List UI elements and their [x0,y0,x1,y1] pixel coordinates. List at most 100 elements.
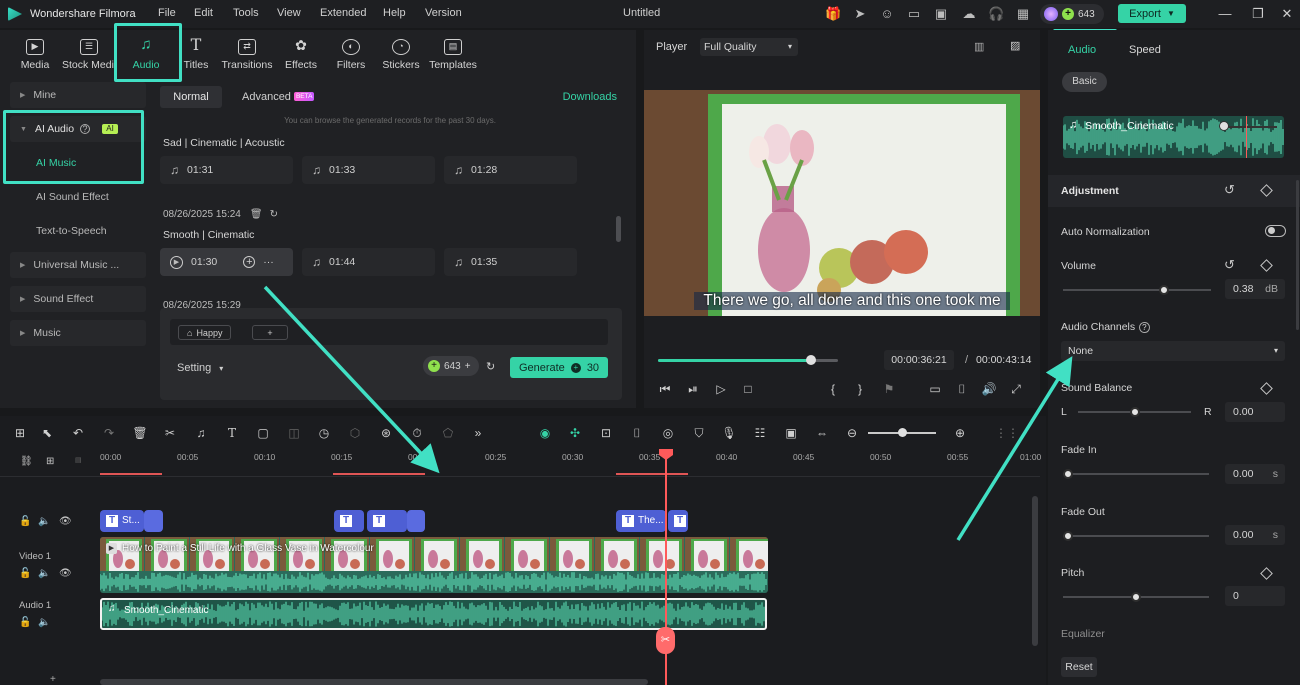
fade-in-slider[interactable] [1063,469,1209,479]
ai-tool-icon[interactable]: ⊛ [377,424,395,442]
keyframe-icon[interactable] [1260,567,1273,580]
setting-dropdown[interactable]: Setting ▾ [177,362,223,374]
reset-button[interactable]: Reset [1061,657,1097,677]
music-track[interactable]: ♫ 01:33 [302,156,435,184]
lock-icon[interactable]: 🔓 [19,516,31,527]
sidebar-item-mine[interactable]: ▶ Mine [10,82,146,108]
pitch-value-field[interactable]: 0 [1225,586,1285,606]
send-icon[interactable]: ➤ [852,6,868,22]
grid-icon[interactable]: ▦ [1015,6,1031,22]
keyframe-icon[interactable] [1260,382,1273,395]
video-clip[interactable]: ▶ How to Paint a Still Life with a Glass… [100,537,768,593]
scrollbar-thumb[interactable] [616,216,621,242]
motion-icon[interactable]: ◎ [659,424,677,442]
audio-list-icon[interactable]: ☷ [751,424,769,442]
music-track[interactable]: ♫ 01:44 [302,248,435,276]
compare-view-icon[interactable]: ▥ [974,40,984,53]
tab-advanced[interactable]: Advanced BETA [242,86,315,108]
sidebar-item-ai-sound-effect[interactable]: AI Sound Effect [10,184,146,210]
snap-icon[interactable]: ✣ [566,424,584,442]
playback-handle[interactable] [806,355,816,365]
mute-icon[interactable]: 🔈 [38,617,50,628]
undo-icon[interactable]: ↶ [69,424,87,442]
sound-balance-slider[interactable] [1078,407,1191,417]
shield-icon[interactable]: ⛉ [690,424,708,442]
title-clip[interactable]: T [668,510,688,532]
lock-icon[interactable]: 🔓 [19,568,31,579]
zoom-slider[interactable] [868,428,936,437]
sound-balance-handle[interactable] [1129,407,1140,417]
mark-out-icon[interactable]: } [851,380,869,398]
tab-transitions[interactable]: ⇄ Transitions [218,30,276,80]
add-icon[interactable]: + [243,256,256,268]
render-icon[interactable]: ◉ [536,424,554,442]
microphone-icon[interactable]: 🎙 [720,424,738,442]
fade-in-handle[interactable] [1063,469,1073,479]
sidebar-item-sound-effect[interactable]: ▶ Sound Effect [10,286,146,312]
title-clip[interactable] [407,510,425,532]
grip-icon[interactable]: ⋮⋮ [995,424,1019,442]
close-icon[interactable]: ✕ [1279,6,1295,22]
tab-basic[interactable]: Basic [1062,72,1107,92]
generate-button[interactable]: Generate +30 [510,357,608,378]
music-track[interactable]: ♫ 01:28 [444,156,577,184]
prompt-field[interactable]: ⌂ Happy + [170,319,608,345]
mute-icon[interactable]: 🔈 [38,516,50,527]
refresh-icon[interactable]: ↻ [486,360,495,373]
tab-normal[interactable]: Normal [160,86,222,108]
menu-edit[interactable]: Edit [194,7,213,19]
tab-stock-media[interactable]: ☰ Stock Media [60,30,118,80]
mute-icon[interactable]: 🔈 [38,568,50,579]
title-clip[interactable]: T The... [616,510,666,532]
restore-icon[interactable]: ❐ [1250,6,1266,22]
reset-icon[interactable]: ↺ [1224,257,1235,273]
tab-audio[interactable]: Audio [1068,44,1096,56]
menu-tools[interactable]: Tools [233,7,259,19]
refresh-icon[interactable]: ↻ [270,209,278,220]
add-chip-button[interactable]: + [252,325,288,340]
play-icon[interactable]: ▷ [712,380,730,398]
fit-icon[interactable]: ▤ [75,456,82,464]
downloads-link[interactable]: Downloads [563,91,617,103]
volume-value-field[interactable]: 0.38 dB [1225,279,1285,299]
music-track[interactable]: ♫ 01:31 [160,156,293,184]
timeline-vertical-scrollbar[interactable] [1032,496,1038,646]
menu-extended[interactable]: Extended [320,7,366,19]
menu-file[interactable]: File [158,7,176,19]
sidebar-item-text-to-speech[interactable]: Text-to-Speech [10,218,146,244]
previous-frame-icon[interactable]: ⏮ [656,380,674,398]
menu-help[interactable]: Help [383,7,406,19]
music-track-selected[interactable]: ▶ 01:30 + ··· [160,248,293,276]
playback-progress[interactable] [658,355,838,365]
trash-icon[interactable]: 🗑 [250,209,263,220]
zoom-in-icon[interactable]: ⊕ [951,424,969,442]
fade-out-slider[interactable] [1063,531,1209,541]
clip-volume-handle[interactable] [1219,121,1229,131]
more-icon[interactable]: ··· [263,256,274,268]
tab-filters[interactable]: ◐ Filters [326,30,376,80]
color-icon[interactable]: ⬡ [346,424,364,442]
mark-in-icon[interactable]: { [824,380,842,398]
delete-icon[interactable]: 🗑 [131,424,149,442]
fullscreen-icon[interactable]: ⤢ [1007,380,1025,398]
crop-icon[interactable]: ▢ [254,424,272,442]
title-clip[interactable]: T [367,510,407,532]
player-tab[interactable]: Player [656,41,687,53]
credits-indicator[interactable]: + 643 [1040,4,1104,24]
timer-icon[interactable]: ⏱ [408,424,426,442]
eye-icon[interactable]: 👁 [59,568,72,579]
volume-icon[interactable]: 🔊 [980,380,998,398]
tab-speed[interactable]: Speed [1129,44,1161,56]
fade-in-value-field[interactable]: 0.00 s [1225,464,1285,484]
tab-stickers[interactable]: ◔ Stickers [376,30,426,80]
audio-edit-icon[interactable]: ♫ [192,424,210,442]
keyframe-icon[interactable] [1260,259,1273,272]
scene-icon[interactable]: ⊡ [597,424,615,442]
panel-scrollbar[interactable] [1296,180,1299,330]
zoom-handle[interactable] [898,428,907,437]
tab-media[interactable]: ▶ Media [10,30,60,80]
auto-normalization-toggle[interactable] [1265,225,1286,237]
play-pause-icon[interactable]: ⏯ [684,380,702,398]
title-clip[interactable]: T [334,510,364,532]
text-tool-icon[interactable]: T [223,424,241,442]
